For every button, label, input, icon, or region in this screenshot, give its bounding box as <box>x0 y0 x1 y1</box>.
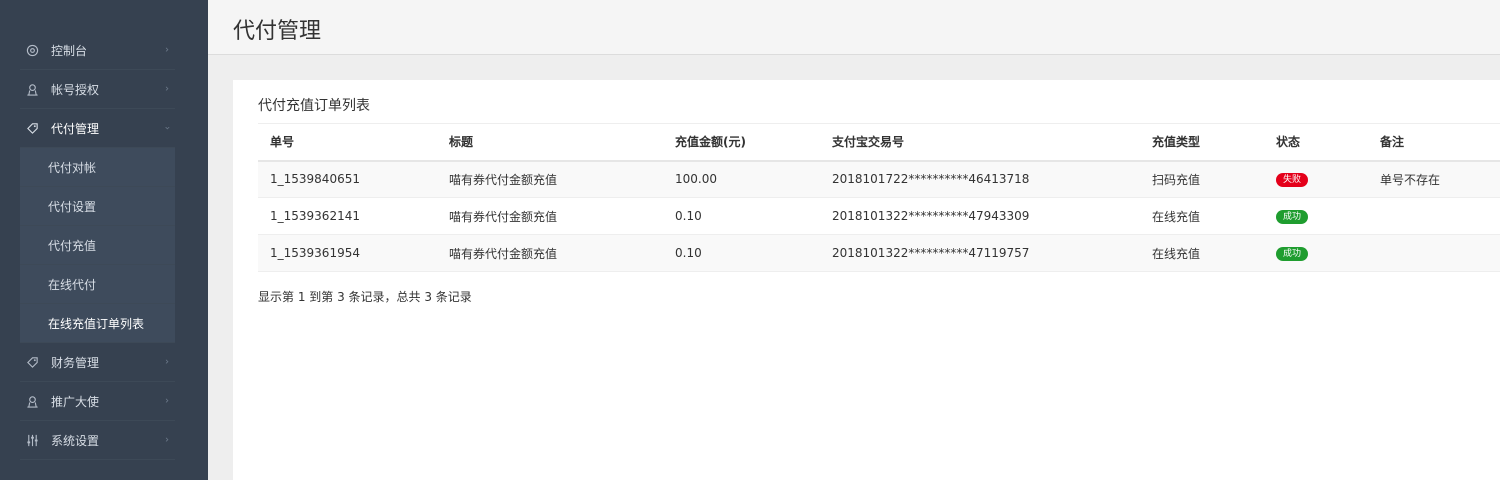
orders-table: 单号 标题 充值金额(元) 支付宝交易号 充值类型 状态 备注 1_153984… <box>258 123 1500 272</box>
sidebar-item-promotion[interactable]: 推广大使 › <box>20 382 175 421</box>
cell-recharge-type: 在线充值 <box>1152 234 1276 272</box>
column-header-amount[interactable]: 充值金额(元) <box>675 123 832 162</box>
sidebar: 控制台 › 帐号授权 › 代付管理 › 代付对帐 代付设置 代付充值 在线代付 … <box>0 0 208 480</box>
status-badge: 成功 <box>1276 210 1309 224</box>
tag-icon <box>25 355 39 369</box>
sidebar-subitem-online-recharge-orders[interactable]: 在线充值订单列表 <box>20 304 175 343</box>
cell-note <box>1380 234 1500 272</box>
column-header-recharge-type[interactable]: 充值类型 <box>1152 123 1276 162</box>
sidebar-item-label: 系统设置 <box>51 433 100 448</box>
column-header-order-no[interactable]: 单号 <box>258 123 449 162</box>
sidebar-subitem-payout-settings[interactable]: 代付设置 <box>20 187 175 226</box>
chevron-right-icon: › <box>165 356 169 368</box>
column-header-note[interactable]: 备注 <box>1380 123 1500 162</box>
sidebar-subitem-reconciliation[interactable]: 代付对帐 <box>20 148 175 187</box>
cell-amount: 0.10 <box>675 234 832 272</box>
cell-recharge-type: 扫码充值 <box>1152 160 1276 198</box>
chevron-right-icon: › <box>165 83 169 95</box>
table-row[interactable]: 1_1539840651 喵有券代付金额充值 100.00 2018101722… <box>258 160 1500 198</box>
cell-status: 成功 <box>1276 234 1380 272</box>
sidebar-item-label: 控制台 <box>51 43 88 58</box>
sidebar-item-account-auth[interactable]: 帐号授权 › <box>20 70 175 109</box>
page-header: 代付管理 <box>208 0 1500 55</box>
sidebar-nav: 控制台 › 帐号授权 › 代付管理 › 代付对帐 代付设置 代付充值 在线代付 … <box>20 31 175 460</box>
chevron-right-icon: › <box>165 434 169 446</box>
cell-note <box>1380 197 1500 235</box>
content-panel: 代付充值订单列表 单号 标题 充值金额(元) 支付宝交易号 充值类型 状态 备注… <box>233 80 1500 480</box>
cell-note: 单号不存在 <box>1380 160 1500 198</box>
cell-status: 失败 <box>1276 160 1380 198</box>
table-row[interactable]: 1_1539361954 喵有券代付金额充值 0.10 2018101322**… <box>258 234 1500 272</box>
cell-amount: 100.00 <box>675 160 832 198</box>
column-header-title[interactable]: 标题 <box>449 123 675 162</box>
sidebar-item-finance[interactable]: 财务管理 › <box>20 343 175 382</box>
cell-trade-no: 2018101322**********47119757 <box>832 234 1152 272</box>
sidebar-subitem-payout-recharge[interactable]: 代付充值 <box>20 226 175 265</box>
sidebar-item-label: 代付管理 <box>51 121 100 136</box>
cell-order-no: 1_1539361954 <box>258 234 449 272</box>
pagination-summary: 显示第 1 到第 3 条记录，总共 3 条记录 <box>258 290 472 304</box>
chevron-down-icon: › <box>161 126 173 130</box>
sidebar-item-label: 帐号授权 <box>51 82 100 97</box>
column-header-alipay-trade-no[interactable]: 支付宝交易号 <box>832 123 1152 162</box>
cell-status: 成功 <box>1276 197 1380 235</box>
column-header-status[interactable]: 状态 <box>1276 123 1380 162</box>
chevron-right-icon: › <box>165 395 169 407</box>
cell-title: 喵有券代付金额充值 <box>449 197 675 235</box>
user-icon <box>25 82 39 96</box>
cell-trade-no: 2018101322**********47943309 <box>832 197 1152 235</box>
cell-order-no: 1_1539362141 <box>258 197 449 235</box>
page-title: 代付管理 <box>233 19 322 44</box>
tag-icon <box>25 121 39 135</box>
sidebar-item-dashboard[interactable]: 控制台 › <box>20 31 175 70</box>
status-badge: 成功 <box>1276 247 1309 261</box>
cell-recharge-type: 在线充值 <box>1152 197 1276 235</box>
sidebar-subitem-online-payout[interactable]: 在线代付 <box>20 265 175 304</box>
sidebar-item-label: 财务管理 <box>51 355 100 370</box>
sidebar-item-payout-management[interactable]: 代付管理 › <box>20 109 175 148</box>
settings-sliders-icon <box>25 433 39 447</box>
cell-title: 喵有券代付金额充值 <box>449 160 675 198</box>
table-header-row: 单号 标题 充值金额(元) 支付宝交易号 充值类型 状态 备注 <box>258 123 1500 162</box>
table-row[interactable]: 1_1539362141 喵有券代付金额充值 0.10 2018101322**… <box>258 197 1500 235</box>
cell-amount: 0.10 <box>675 197 832 235</box>
chevron-right-icon: › <box>165 44 169 56</box>
dashboard-icon <box>25 43 39 57</box>
sidebar-item-label: 推广大使 <box>51 394 100 409</box>
sidebar-item-system-settings[interactable]: 系统设置 › <box>20 421 175 460</box>
cell-order-no: 1_1539840651 <box>258 160 449 198</box>
status-badge: 失败 <box>1276 173 1309 188</box>
panel-title: 代付充值订单列表 <box>258 98 370 114</box>
cell-trade-no: 2018101722**********46413718 <box>832 160 1152 198</box>
user-icon <box>25 394 39 408</box>
cell-title: 喵有券代付金额充值 <box>449 234 675 272</box>
